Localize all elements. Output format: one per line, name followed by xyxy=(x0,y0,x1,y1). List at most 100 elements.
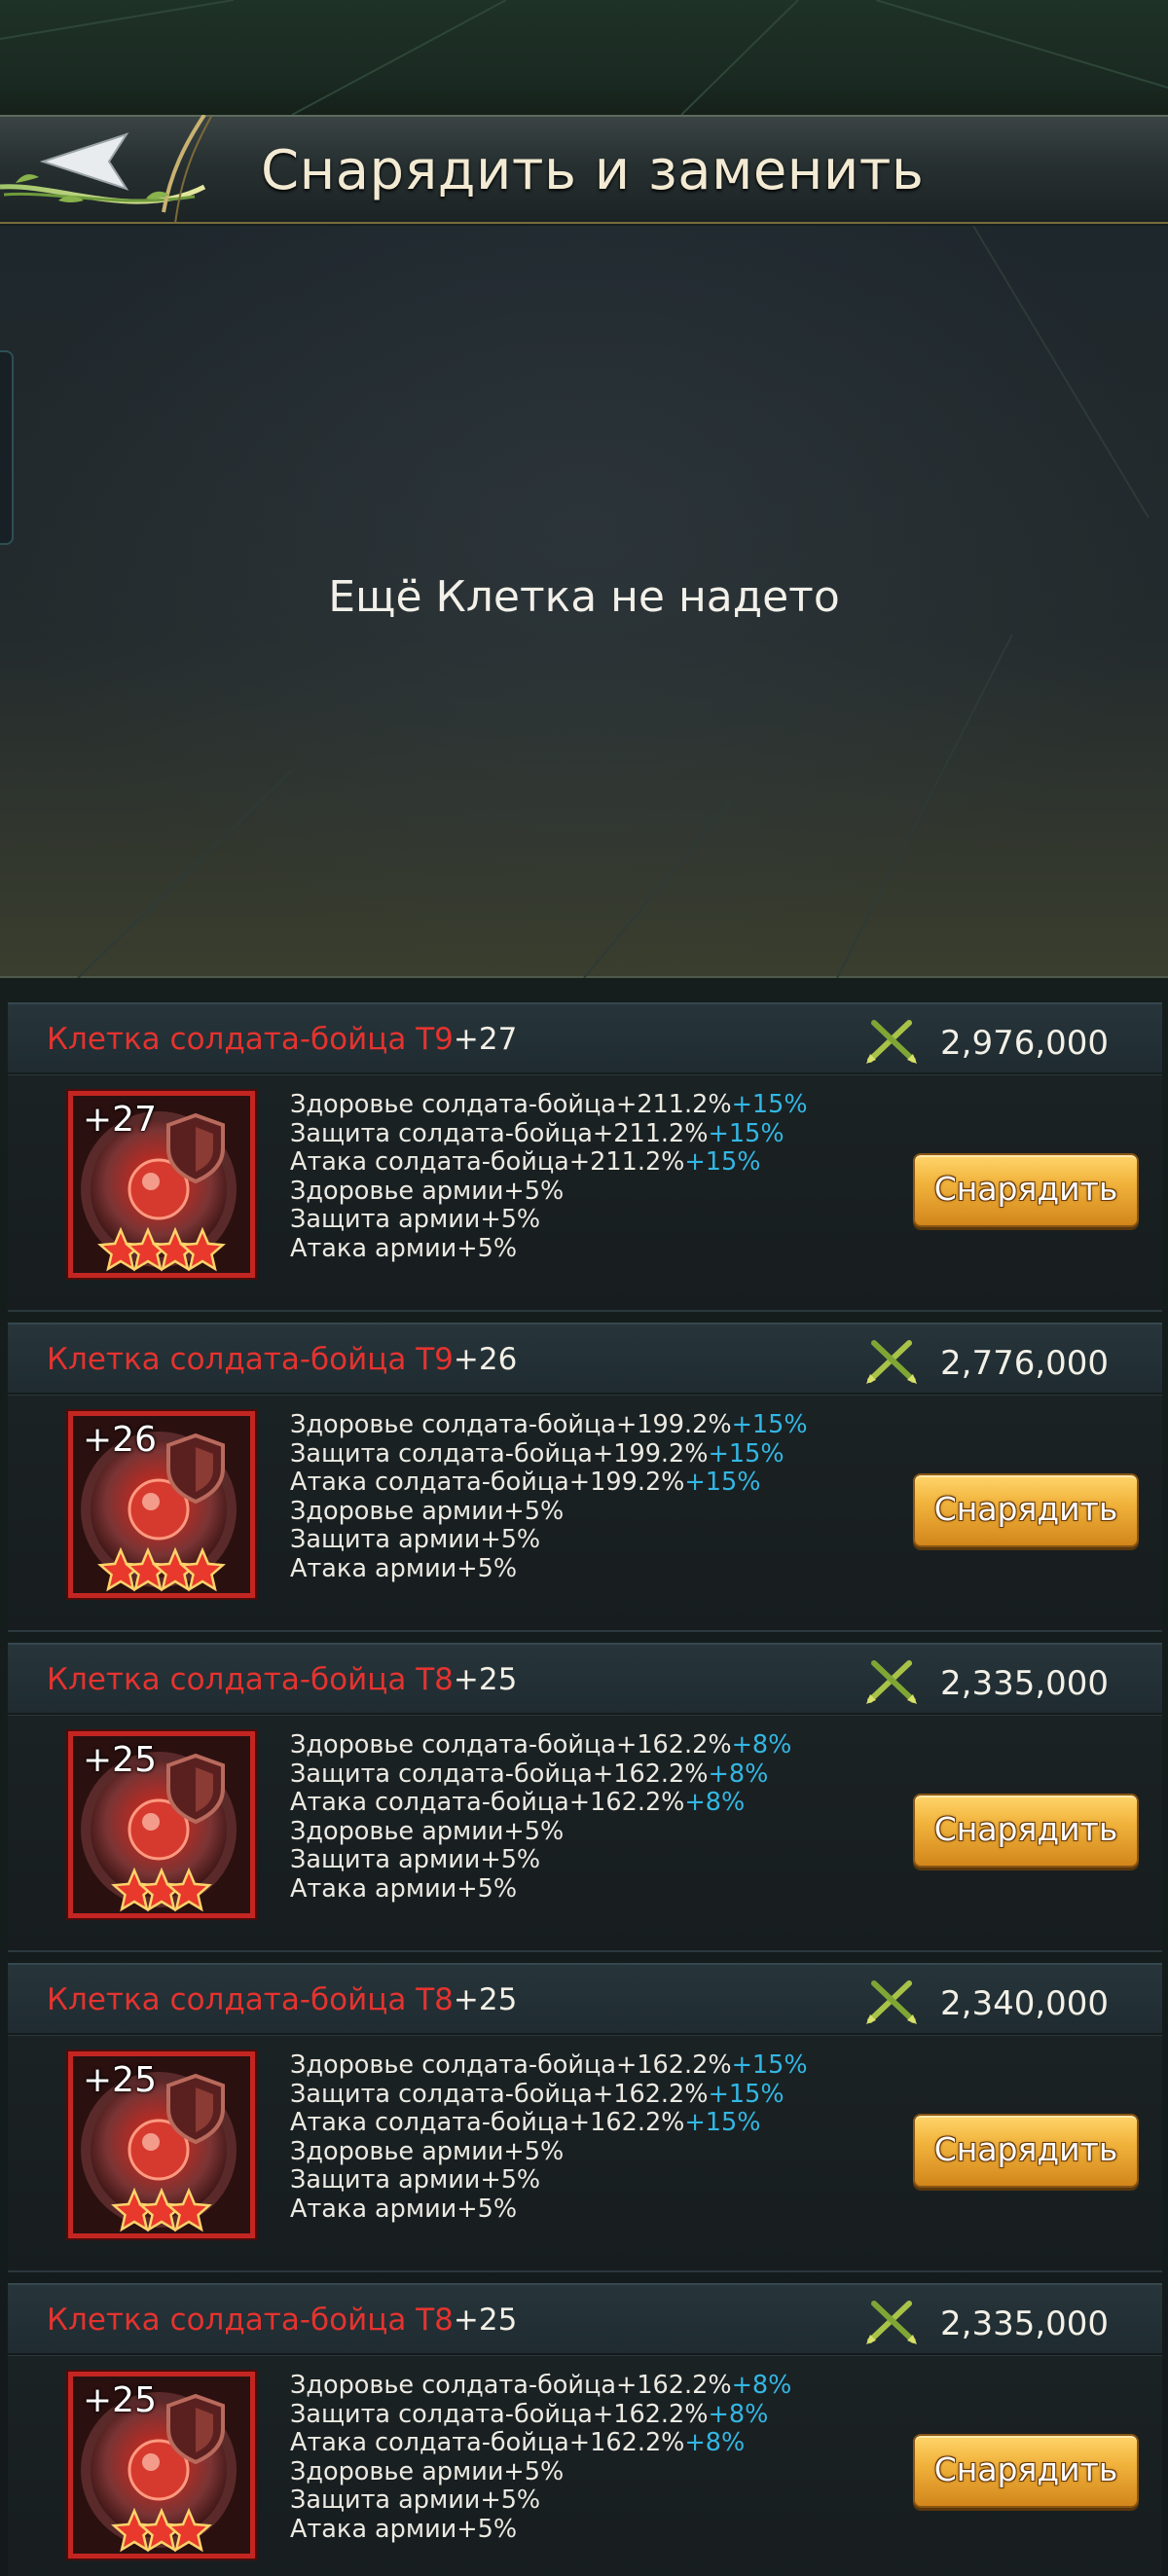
stat-line: Здоровье солдата-бойца+211.2%+15% xyxy=(290,1090,894,1120)
crossed-swords-icon xyxy=(866,2301,917,2344)
crossed-swords-icon xyxy=(866,1340,917,1384)
item-name: Клетка солдата-бойца T8 xyxy=(47,2303,454,2338)
item-level: +25 xyxy=(453,1982,518,2017)
item-name: Клетка солдата-бойца T8 xyxy=(47,1662,454,1697)
stat-line: Защита армии+5% xyxy=(290,1205,894,1235)
stat-line: Здоровье солдата-бойца+162.2%+8% xyxy=(290,1730,894,1760)
side-tab-handle[interactable] xyxy=(0,350,14,545)
item-body: +25 Здоровье солдата-бойца+162.2%+8% Защи… xyxy=(8,1715,1162,1952)
stat-text: Защита армии+5% xyxy=(290,2165,541,2195)
stat-text: Атака солдата-бойца+199.2% xyxy=(290,1468,685,1497)
stat-line: Атака армии+5% xyxy=(290,1553,894,1584)
stat-text: Защита армии+5% xyxy=(290,1205,541,1234)
stat-line: Атака армии+5% xyxy=(290,1873,894,1905)
item-body: +25 Здоровье солдата-бойца+162.2%+8% Защи… xyxy=(8,2355,1162,2576)
item-name: Клетка солдата-бойца T8 xyxy=(47,1982,454,2017)
power-value: 2,335,000 xyxy=(940,2304,1110,2343)
equip-button[interactable]: Снарядить xyxy=(913,2114,1139,2188)
stat-text: Защита солдата-бойца+162.2% xyxy=(290,2399,709,2429)
stat-text: Защита солдата-бойца+162.2% xyxy=(290,2079,709,2109)
stat-text: Атака солдата-бойца+162.2% xyxy=(290,1788,685,1817)
stat-line: Защита армии+5% xyxy=(290,1525,894,1555)
stat-bonus: +15% xyxy=(731,1090,808,1119)
item-header: Клетка солдата-бойца T9+26 2,776,000 xyxy=(8,1323,1162,1393)
stat-text: Здоровье армии+5% xyxy=(290,1816,565,1846)
stat-line: Защита солдата-бойца+162.2%+8% xyxy=(290,1760,894,1790)
stat-text: Защита солдата-бойца+199.2% xyxy=(290,1438,709,1469)
stat-text: Здоровье солдата-бойца+162.2% xyxy=(290,2050,732,2080)
item-level: +25 xyxy=(453,1662,518,1697)
back-arrow-icon xyxy=(0,113,213,225)
power-value: 2,340,000 xyxy=(940,1984,1110,2023)
stat-text: Атака армии+5% xyxy=(290,1553,518,1583)
stat-text: Атака солдата-бойца+162.2% xyxy=(290,2428,685,2457)
stat-bonus: +8% xyxy=(684,1788,746,1817)
item-icon: +25 xyxy=(68,1731,255,1918)
stat-text: Атака солдата-бойца+211.2% xyxy=(290,1147,685,1177)
stat-text: Атака армии+5% xyxy=(290,1873,518,1904)
stat-line: Защита армии+5% xyxy=(290,2165,894,2195)
stat-bonus: +8% xyxy=(731,2371,792,2400)
stat-text: Здоровье армии+5% xyxy=(290,1176,565,1206)
stat-list: Здоровье солдата-бойца+211.2%+15% Защита … xyxy=(290,1090,894,1264)
stat-text: Защита солдата-бойца+162.2% xyxy=(290,1759,709,1789)
stat-line: Здоровье армии+5% xyxy=(290,2136,894,2167)
item-body: +25 Здоровье солдата-бойца+162.2%+15% Защ… xyxy=(8,2035,1162,2272)
equip-button[interactable]: Снарядить xyxy=(913,1473,1139,1547)
stat-text: Здоровье солдата-бойца+162.2% xyxy=(290,2371,732,2400)
equip-screen: Снарядить и заменить Ещё Клетка не надет… xyxy=(0,0,1168,2576)
stat-bonus: +15% xyxy=(708,1438,785,1469)
stat-line: Здоровье солдата-бойца+162.2%+8% xyxy=(290,2371,894,2401)
crossed-swords-icon xyxy=(866,1020,917,1064)
stat-text: Здоровье солдата-бойца+162.2% xyxy=(290,1730,732,1760)
item-icon-level: +25 xyxy=(83,2380,157,2420)
stat-text: Здоровье армии+5% xyxy=(290,2136,565,2166)
stat-text: Здоровье солдата-бойца+211.2% xyxy=(290,1090,732,1119)
stat-bonus: +15% xyxy=(684,1147,761,1177)
stat-line: Здоровье армии+5% xyxy=(290,1496,894,1527)
item-header: Клетка солдата-бойца T8+25 2,335,000 xyxy=(8,2283,1162,2353)
crossed-swords-icon xyxy=(866,1980,917,2024)
stat-bonus: +8% xyxy=(708,1759,769,1789)
item-name: Клетка солдата-бойца T9 xyxy=(47,1022,454,1057)
stat-line: Здоровье солдата-бойца+162.2%+15% xyxy=(290,2050,894,2081)
stat-bonus: +8% xyxy=(708,2399,769,2429)
stat-line: Атака солдата-бойца+162.2%+8% xyxy=(290,1788,894,1818)
stat-bonus: +8% xyxy=(731,1730,792,1760)
equip-button[interactable]: Снарядить xyxy=(913,2434,1139,2508)
stat-text: Атака армии+5% xyxy=(290,2514,518,2544)
stat-bonus: +15% xyxy=(708,1118,785,1148)
back-button[interactable] xyxy=(0,113,219,225)
top-banner xyxy=(0,0,1168,116)
stat-line: Атака солдата-бойца+162.2%+8% xyxy=(290,2428,894,2458)
item-icon: +25 xyxy=(68,2372,255,2558)
stat-line: Здоровье солдата-бойца+199.2%+15% xyxy=(290,1410,894,1440)
stat-line: Атака солдата-бойца+162.2%+15% xyxy=(290,2108,894,2138)
stat-line: Атака солдата-бойца+199.2%+15% xyxy=(290,1468,894,1498)
equip-button[interactable]: Снарядить xyxy=(913,1153,1139,1227)
stat-text: Защита солдата-бойца+211.2% xyxy=(290,1118,709,1148)
stat-line: Атака армии+5% xyxy=(290,2514,894,2545)
stat-text: Защита армии+5% xyxy=(290,1845,541,1874)
stat-text: Здоровье солдата-бойца+199.2% xyxy=(290,1410,732,1439)
stat-line: Защита солдата-бойца+162.2%+15% xyxy=(290,2079,894,2110)
item-icon-level: +25 xyxy=(83,2060,157,2100)
item-level: +25 xyxy=(453,2303,518,2338)
crossed-swords-icon xyxy=(866,1660,917,1704)
power-value: 2,335,000 xyxy=(940,1664,1110,1703)
stat-line: Здоровье армии+5% xyxy=(290,1816,894,1847)
stat-bonus: +15% xyxy=(731,2050,808,2080)
item-level: +26 xyxy=(453,1342,518,1377)
stat-text: Здоровье армии+5% xyxy=(290,1496,565,1526)
stat-bonus: +15% xyxy=(684,1468,761,1497)
stat-line: Атака армии+5% xyxy=(290,2195,894,2225)
stat-bonus: +15% xyxy=(708,2079,785,2109)
equip-button[interactable]: Снарядить xyxy=(913,1794,1139,1868)
item-body: +27 Здоровье солдата-бойца+211.2%+15% Защ… xyxy=(8,1074,1162,1312)
item-icon: +25 xyxy=(68,2051,255,2238)
stat-bonus: +15% xyxy=(684,2108,761,2137)
stat-line: Защита солдата-бойца+211.2%+15% xyxy=(290,1118,894,1149)
stat-text: Защита армии+5% xyxy=(290,2485,541,2515)
stat-line: Атака армии+5% xyxy=(290,1234,894,1264)
power-value: 2,776,000 xyxy=(940,1344,1110,1383)
